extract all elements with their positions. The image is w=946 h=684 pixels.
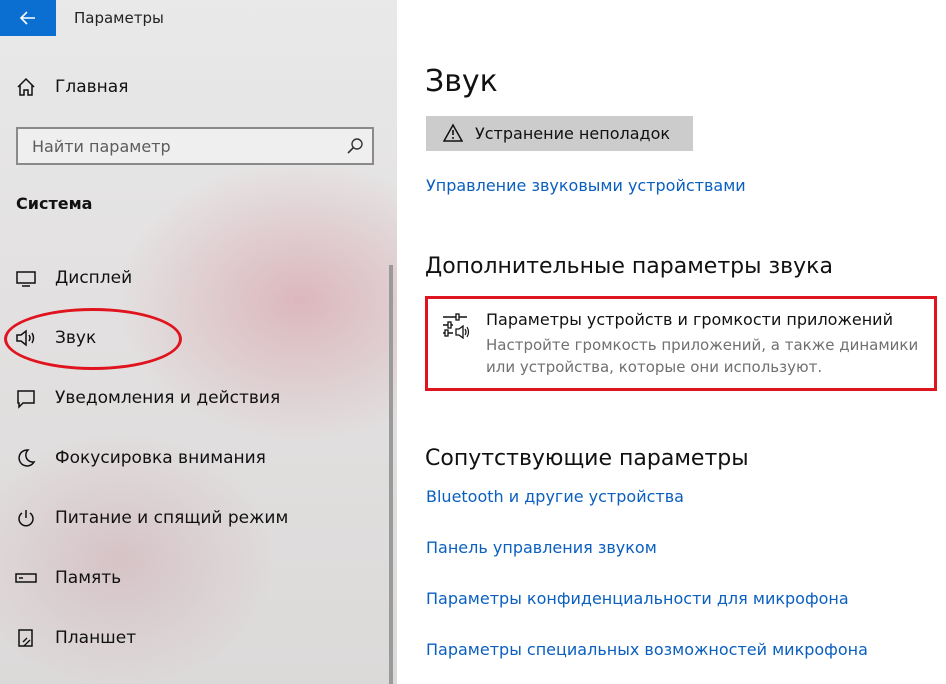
storage-icon — [14, 566, 38, 590]
warning-icon — [443, 123, 463, 142]
sidebar-item-display[interactable]: Дисплей — [0, 258, 390, 298]
sidebar: Параметры Главная Система Дисплей Звук У… — [0, 0, 397, 684]
sidebar-scrollbar[interactable] — [389, 265, 393, 684]
sidebar-item-home[interactable]: Главная — [0, 67, 390, 107]
display-icon — [14, 266, 38, 290]
sidebar-item-label: Уведомления и действия — [55, 388, 281, 408]
sidebar-item-power[interactable]: Питание и спящий режим — [0, 498, 390, 538]
window-title: Параметры — [74, 9, 164, 27]
advanced-sound-heading: Дополнительные параметры звука — [425, 254, 833, 279]
related-settings-heading: Сопутствующие параметры — [425, 446, 749, 471]
manage-sound-devices-link[interactable]: Управление звуковыми устройствами — [426, 176, 746, 195]
sound-control-panel-link[interactable]: Панель управления звуком — [426, 538, 657, 557]
highlight-ellipse — [4, 308, 182, 370]
home-icon — [14, 75, 38, 99]
microphone-privacy-link[interactable]: Параметры конфиденциальности для микрофо… — [426, 589, 849, 608]
troubleshoot-label: Устранение неполадок — [475, 124, 671, 143]
moon-icon — [14, 446, 38, 470]
sidebar-item-notifications[interactable]: Уведомления и действия — [0, 378, 390, 418]
sidebar-item-label: Дисплей — [55, 268, 133, 288]
sidebar-item-label: Главная — [55, 77, 129, 97]
sidebar-item-label: Планшет — [55, 628, 137, 648]
search-icon[interactable] — [346, 137, 364, 155]
app-volume-title: Параметры устройств и громкости приложен… — [486, 310, 893, 329]
sidebar-item-label: Память — [55, 568, 122, 588]
troubleshoot-button[interactable]: Устранение неполадок — [426, 116, 693, 151]
sidebar-item-label: Фокусировка внимания — [55, 448, 266, 468]
search-input[interactable] — [18, 129, 342, 163]
notification-icon — [14, 386, 38, 410]
tablet-icon — [14, 626, 38, 650]
sidebar-group-title: Система — [16, 194, 93, 213]
sidebar-item-storage[interactable]: Память — [0, 558, 390, 598]
page-title: Звук — [425, 64, 498, 99]
main-content: Звук Устранение неполадок Управление зву… — [397, 0, 946, 684]
sidebar-item-tablet[interactable]: Планшет — [0, 618, 390, 658]
sidebar-item-label: Питание и спящий режим — [55, 508, 289, 528]
mixer-icon — [443, 313, 470, 340]
arrow-left-icon — [19, 11, 35, 25]
power-icon — [14, 506, 38, 530]
sidebar-item-focus-assist[interactable]: Фокусировка внимания — [0, 438, 390, 478]
app-volume-preferences[interactable]: Параметры устройств и громкости приложен… — [437, 305, 937, 383]
search-box[interactable] — [16, 127, 374, 165]
back-button[interactable] — [0, 0, 56, 36]
microphone-accessibility-link[interactable]: Параметры специальных возможностей микро… — [426, 640, 868, 659]
app-volume-description: Настройте громкость приложений, а также … — [486, 336, 919, 376]
bluetooth-devices-link[interactable]: Bluetooth и другие устройства — [426, 487, 684, 506]
